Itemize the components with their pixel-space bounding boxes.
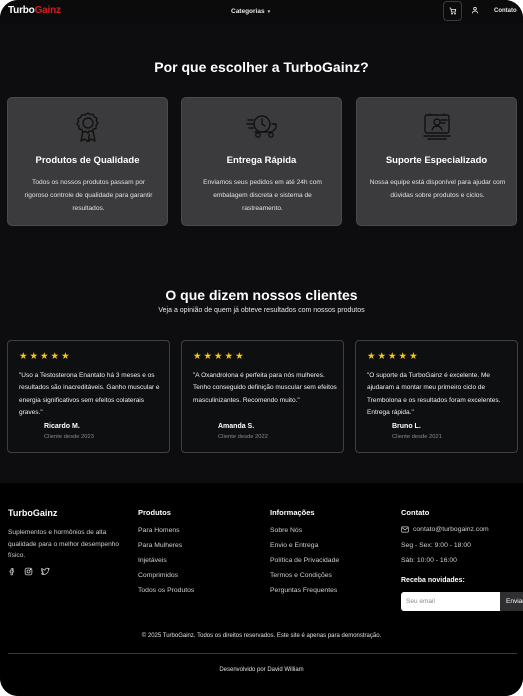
user-icon[interactable] — [471, 6, 479, 14]
feature-title: Produtos de Qualidade — [35, 155, 140, 166]
footer-brand: TurboGainz — [8, 508, 58, 518]
feature-description: Enviamos seus pedidos em até 24h com emb… — [203, 179, 322, 212]
feature-title: Suporte Especializado — [385, 155, 488, 166]
star-rating: ★★★★★ — [193, 351, 246, 362]
feature-card-delivery: Entrega Rápida Enviamos seus pedidos em … — [181, 97, 342, 226]
site-logo[interactable]: TurboGainz — [8, 5, 61, 16]
testimonial-card: ★★★★★ "Uso a Testosterona Enantato há 3 … — [7, 340, 170, 453]
footer-link[interactable]: Sobre Nós — [270, 525, 339, 540]
contact-email-text: contato@turbogainz.com — [413, 526, 489, 533]
feature-description: Todos os nossos produtos passam por rigo… — [24, 179, 153, 212]
testimonial-quote: "Uso a Testosterona Enantato há 3 meses … — [19, 372, 160, 417]
testimonials-subtitle: Veja a opinião de quem já obteve resulta… — [158, 307, 365, 314]
testimonial-card: ★★★★★ "O suporte da TurboGainz é excelen… — [355, 340, 518, 453]
footer-link[interactable]: Para Mulheres — [138, 540, 194, 555]
developer-credit: Desenvolvido por David William — [219, 667, 304, 673]
logo-part-1: Turbo — [8, 5, 35, 16]
footer-info-list: Sobre Nós Envio e Entrega Política de Pr… — [270, 525, 339, 600]
facebook-icon[interactable] — [8, 567, 16, 576]
cart-icon — [449, 7, 456, 15]
footer-link[interactable]: Envio e Entrega — [270, 540, 339, 555]
star-rating: ★★★★★ — [19, 351, 72, 362]
footer-info-title: Informações — [270, 508, 315, 517]
hours-saturday: Sáb: 10:00 - 16:00 — [401, 557, 457, 564]
site-header: TurboGainz Categorias ▾ Contato — [0, 0, 523, 24]
copyright-text: © 2025 TurboGainz. Todos os direitos res… — [141, 633, 382, 639]
newsletter-send-button[interactable]: Enviar — [500, 592, 523, 611]
testimonial-customer-since: Cliente desde 2021 — [392, 434, 442, 440]
page-frame: TurboGainz Categorias ▾ Contato Por que … — [0, 0, 523, 696]
star-rating: ★★★★★ — [367, 351, 420, 362]
footer-description: Suplementos e hormônios de alta qualidad… — [8, 529, 120, 559]
social-links — [8, 567, 50, 576]
footer-contact-title: Contato — [401, 508, 430, 517]
testimonial-card: ★★★★★ "A Oxandrolona é perfeita para nós… — [181, 340, 344, 453]
testimonial-author: Ricardo M. — [44, 423, 80, 430]
fast-delivery-icon — [245, 115, 277, 138]
testimonials-title: O que dizem nossos clientes — [165, 287, 358, 303]
testimonial-author: Bruno L. — [392, 423, 421, 430]
testimonial-customer-since: Cliente desde 2023 — [44, 434, 94, 440]
footer-link[interactable]: Termos e Condições — [270, 570, 339, 585]
footer-link[interactable]: Injetáveis — [138, 555, 194, 570]
chevron-down-icon: ▾ — [267, 8, 271, 15]
feature-card-quality: Produtos de Qualidade Todos os nossos pr… — [7, 97, 168, 226]
footer-link[interactable]: Política de Privacidade — [270, 555, 339, 570]
testimonial-author: Amanda S. — [218, 423, 255, 430]
feature-title: Entrega Rápida — [226, 155, 297, 166]
nav-contact-link[interactable]: Contato — [494, 8, 517, 14]
twitter-icon[interactable] — [41, 567, 50, 576]
testimonial-quote: "O suporte da TurboGainz é excelente. Me… — [367, 372, 501, 417]
categories-label: Categorias — [231, 8, 265, 15]
footer-divider — [8, 653, 517, 654]
testimonial-quote: "A Oxandrolona é perfeita para nós mulhe… — [193, 372, 337, 404]
why-title: Por que escolher a TurboGainz? — [154, 59, 369, 75]
footer-products-list: Para Homens Para Mulheres Injetáveis Com… — [138, 525, 194, 600]
footer-link[interactable]: Perguntas Frequentes — [270, 585, 339, 600]
feature-description: Nossa equipe está disponível para ajudar… — [369, 179, 506, 199]
newsletter-title: Receba novidades: — [401, 577, 465, 584]
mail-icon — [401, 526, 409, 533]
footer-products-title: Produtos — [138, 508, 171, 517]
hours-weekday: Seg - Sex: 9:00 - 18:00 — [401, 542, 471, 549]
contact-email[interactable]: contato@turbogainz.com — [401, 526, 489, 533]
footer-link[interactable]: Para Homens — [138, 525, 194, 540]
cart-button[interactable] — [443, 1, 462, 21]
newsletter-email-input[interactable] — [401, 592, 500, 611]
testimonial-customer-since: Cliente desde 2022 — [218, 434, 268, 440]
categories-dropdown[interactable]: Categorias ▾ — [231, 8, 270, 15]
instagram-icon[interactable] — [24, 567, 33, 576]
footer-link[interactable]: Comprimidos — [138, 570, 194, 585]
award-ribbon-icon — [75, 112, 99, 142]
footer-link[interactable]: Todos os Produtos — [138, 585, 194, 600]
support-chat-icon — [422, 113, 451, 140]
logo-part-2: Gainz — [34, 5, 61, 16]
site-footer: TurboGainz Suplementos e hormônios de al… — [0, 483, 523, 696]
feature-card-support: Suporte Especializado Nossa equipe está … — [356, 97, 517, 226]
